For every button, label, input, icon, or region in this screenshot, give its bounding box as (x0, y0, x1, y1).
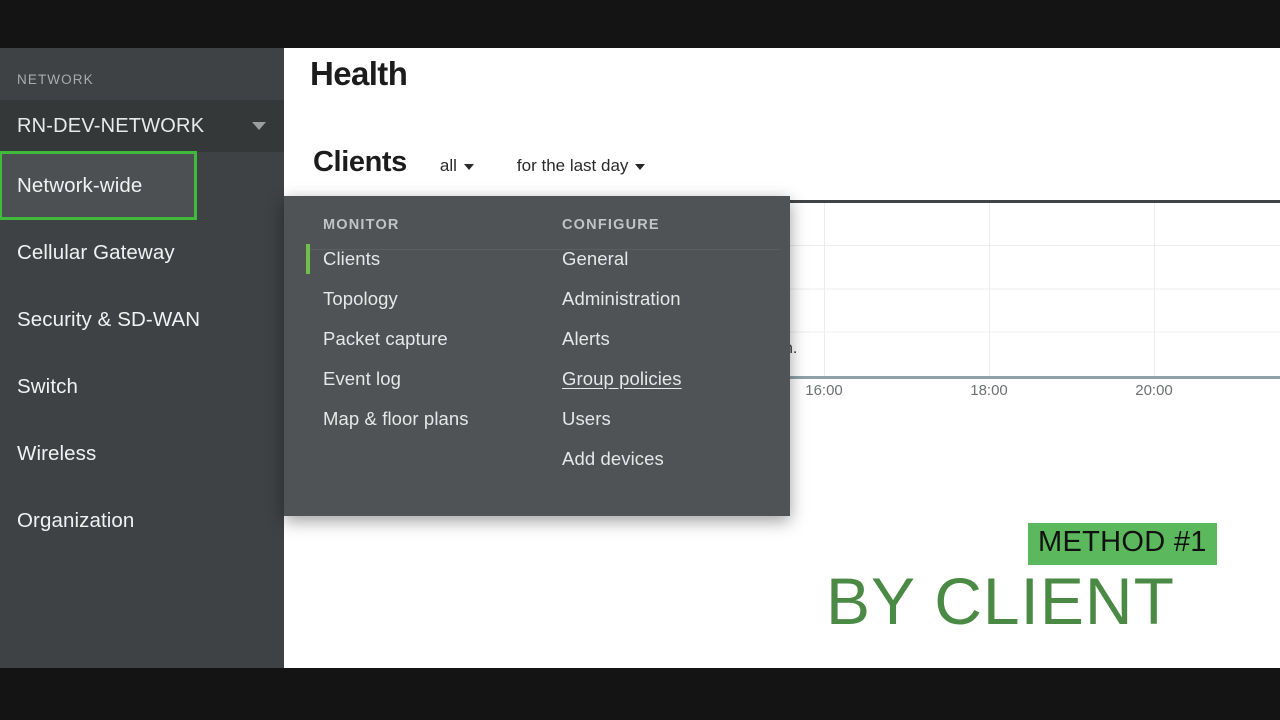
chevron-down-icon (463, 164, 474, 170)
menu-item-alerts[interactable]: Alerts (562, 319, 682, 359)
sidebar-item-label: Switch (17, 374, 78, 398)
menu-item-users[interactable]: Users (562, 399, 682, 439)
menu-item-add-devices[interactable]: Add devices (562, 439, 682, 479)
menu-item-label: Users (562, 408, 611, 429)
sidebar-item-label: Cellular Gateway (17, 240, 175, 264)
menu-item-label: Group policies (562, 368, 682, 389)
sidebar-item-switch[interactable]: Switch (0, 353, 284, 420)
menu-item-event-log[interactable]: Event log (323, 359, 469, 399)
sidebar-item-cellular-gateway[interactable]: Cellular Gateway (0, 219, 284, 286)
method-badge-annotation: METHOD #1 (1028, 523, 1217, 565)
sidebar-nav: Network-wide Cellular Gateway Security &… (0, 151, 284, 554)
headline-annotation: BY CLIENT (826, 564, 1175, 638)
menu-item-general[interactable]: General (562, 239, 682, 279)
chart-x-tick: 16:00 (805, 382, 843, 399)
sidebar-item-label: Network-wide (17, 173, 143, 197)
chart-vertical-gridline (824, 203, 825, 376)
letterbox-top (0, 0, 1280, 48)
menu-column-heading: MONITOR (323, 217, 400, 233)
menu-item-label: Map & floor plans (323, 408, 469, 429)
menu-item-label: Alerts (562, 328, 610, 349)
menu-item-map-floor-plans[interactable]: Map & floor plans (323, 399, 469, 439)
sidebar-item-organization[interactable]: Organization (0, 487, 284, 554)
menu-item-label: Topology (323, 288, 398, 309)
menu-item-label: General (562, 248, 629, 269)
page-title: Health (310, 55, 408, 92)
menu-item-label: Packet capture (323, 328, 448, 349)
sidebar-item-network-wide[interactable]: Network-wide (0, 151, 197, 220)
menu-item-label: Clients (323, 248, 381, 269)
sidebar-item-label: Wireless (17, 441, 97, 465)
network-selector[interactable]: RN-DEV-NETWORK (0, 100, 284, 152)
menu-item-clients[interactable]: Clients (306, 239, 469, 279)
chevron-down-icon (252, 122, 266, 130)
sidebar: NETWORK RN-DEV-NETWORK Network-wide Cell… (0, 48, 284, 668)
menu-item-label: Administration (562, 288, 681, 309)
menu-column-heading: CONFIGURE (562, 217, 660, 233)
menu-item-group-policies[interactable]: Group policies (562, 359, 682, 399)
menu-column-configure: CONFIGURE General Administration Alerts … (562, 196, 682, 479)
sidebar-item-label: Organization (17, 508, 135, 532)
chart-vertical-gridline (1154, 203, 1155, 376)
menu-columns: MONITOR Clients Topology Packet capture … (284, 196, 790, 516)
section-title: Clients (313, 146, 407, 178)
screen-root: NETWORK RN-DEV-NETWORK Network-wide Cell… (0, 0, 1280, 720)
clients-scope-filter-label: all (439, 156, 457, 175)
network-selector-value: RN-DEV-NETWORK (17, 114, 205, 137)
clients-section-header: Clients all for the last day (313, 146, 646, 179)
menu-item-label: Event log (323, 368, 402, 389)
menu-item-administration[interactable]: Administration (562, 279, 682, 319)
sidebar-item-security-sd-wan[interactable]: Security & SD-WAN (0, 286, 284, 353)
letterbox-bottom (0, 668, 1280, 720)
menu-item-topology[interactable]: Topology (323, 279, 469, 319)
clients-scope-filter[interactable]: all (440, 156, 474, 176)
time-range-filter[interactable]: for the last day (517, 156, 646, 176)
menu-column-monitor: MONITOR Clients Topology Packet capture … (306, 196, 469, 439)
chart-vertical-gridline (989, 203, 990, 376)
network-wide-mega-menu: MONITOR Clients Topology Packet capture … (284, 196, 790, 516)
sidebar-item-wireless[interactable]: Wireless (0, 420, 284, 487)
menu-item-label: Add devices (562, 448, 664, 469)
sidebar-item-label: Security & SD-WAN (17, 307, 201, 331)
chart-x-tick: 20:00 (1135, 382, 1173, 399)
chevron-down-icon (635, 164, 646, 170)
sidebar-section-label: NETWORK (17, 72, 94, 87)
menu-item-packet-capture[interactable]: Packet capture (323, 319, 469, 359)
time-range-filter-label: for the last day (516, 156, 629, 175)
chart-x-tick: 18:00 (970, 382, 1008, 399)
